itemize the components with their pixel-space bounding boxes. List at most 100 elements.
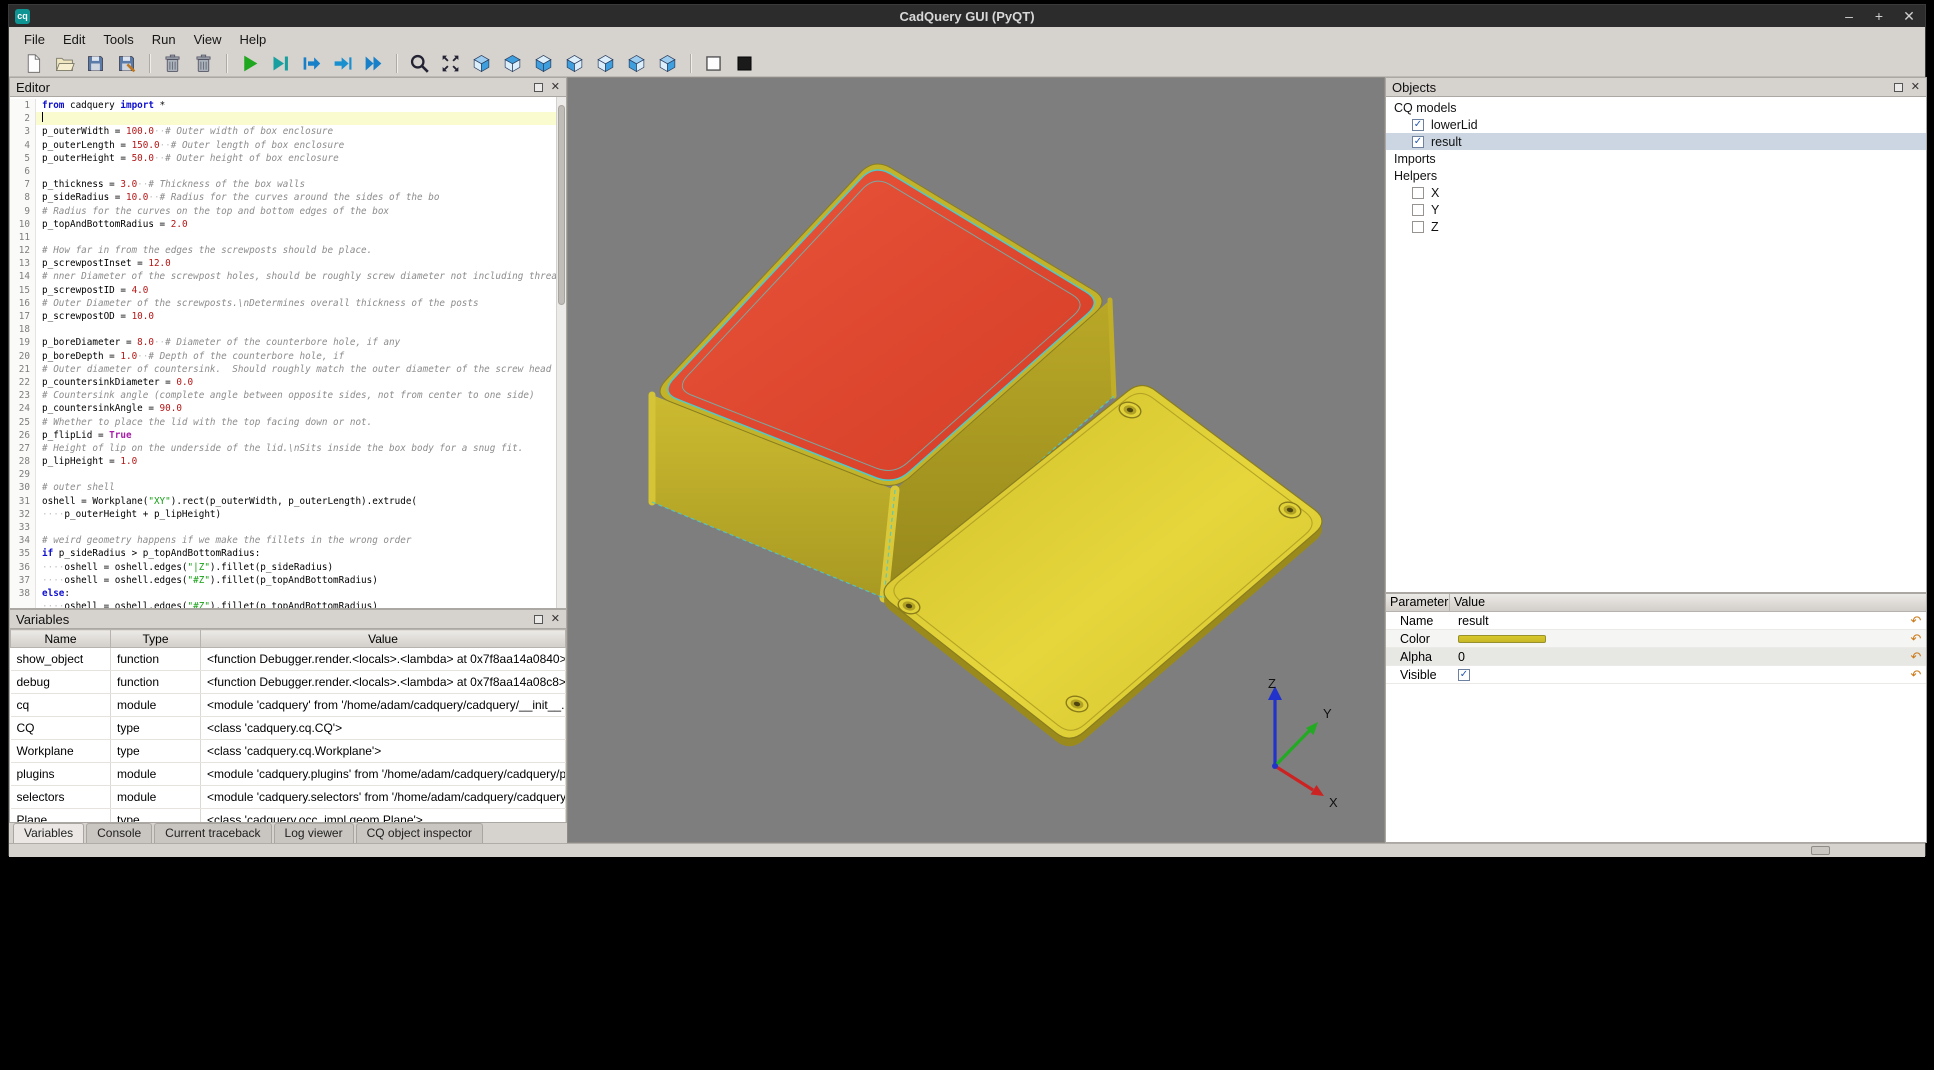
code-line[interactable]: 38else:: [10, 587, 556, 600]
float-panel-icon[interactable]: [534, 615, 543, 624]
save-as-icon[interactable]: [114, 52, 139, 76]
bottom-view-icon[interactable]: [531, 52, 556, 76]
tree-item-z[interactable]: ✓Z: [1386, 218, 1926, 235]
tab-variables[interactable]: Variables: [13, 823, 84, 843]
table-row[interactable]: pluginsmodule<module 'cadquery.plugins' …: [11, 763, 566, 786]
code-editor[interactable]: 1from cadquery import *23p_outerWidth = …: [9, 97, 567, 609]
parameter-value[interactable]: ✓: [1450, 669, 1906, 681]
code-line[interactable]: 19p_boreDiameter = 8.0··# Diameter of th…: [10, 336, 556, 349]
code-line[interactable]: 32····p_outerHeight + p_lipHeight): [10, 508, 556, 521]
code-line[interactable]: 31oshell = Workplane("XY").rect(p_outerW…: [10, 495, 556, 508]
checkbox[interactable]: ✓: [1458, 669, 1470, 681]
reset-value-icon[interactable]: ↶: [1906, 667, 1926, 683]
code-line[interactable]: 4p_outerLength = 150.0··# Outer length o…: [10, 139, 556, 152]
color-swatch[interactable]: [1458, 635, 1546, 643]
code-line[interactable]: 36····oshell = oshell.edges("|Z").fillet…: [10, 561, 556, 574]
step-icon[interactable]: [299, 52, 324, 76]
table-row[interactable]: cqmodule<module 'cadquery' from '/home/a…: [11, 694, 566, 717]
table-row[interactable]: show_objectfunction<function Debugger.re…: [11, 648, 566, 671]
open-folder-icon[interactable]: [52, 52, 77, 76]
code-line[interactable]: 13p_screwpostInset = 12.0: [10, 257, 556, 270]
code-line[interactable]: 37····oshell = oshell.edges("#Z").fillet…: [10, 574, 556, 587]
code-line[interactable]: 25# Whether to place the lid with the to…: [10, 416, 556, 429]
tree-item-helpers[interactable]: Helpers: [1386, 167, 1926, 184]
code-line[interactable]: 27# Height of lip on the underside of th…: [10, 442, 556, 455]
checkbox[interactable]: ✓: [1412, 221, 1424, 233]
code-line[interactable]: 21# Outer diameter of countersink. Shoul…: [10, 363, 556, 376]
code-line[interactable]: 24p_countersinkAngle = 90.0: [10, 402, 556, 415]
tree-item-y[interactable]: ✓Y: [1386, 201, 1926, 218]
code-line[interactable]: 15p_screwpostID = 4.0: [10, 284, 556, 297]
zoom-icon[interactable]: [407, 52, 432, 76]
reset-value-icon[interactable]: ↶: [1906, 649, 1926, 665]
parameter-value[interactable]: 0: [1450, 650, 1906, 664]
code-line[interactable]: 20p_boreDepth = 1.0··# Depth of the coun…: [10, 350, 556, 363]
code-line[interactable]: 22p_countersinkDiameter = 0.0: [10, 376, 556, 389]
3d-viewport[interactable]: Z Y X: [567, 77, 1385, 843]
code-line[interactable]: 35if p_sideRadius > p_topAndBottomRadius…: [10, 547, 556, 560]
menu-view[interactable]: View: [185, 29, 231, 50]
menu-tools[interactable]: Tools: [94, 29, 142, 50]
tab-console[interactable]: Console: [86, 823, 152, 843]
table-row[interactable]: Workplanetype<class 'cadquery.cq.Workpla…: [11, 740, 566, 763]
code-line[interactable]: 26p_flipLid = True: [10, 429, 556, 442]
close-panel-icon[interactable]: ✕: [551, 615, 560, 624]
variables-col-name[interactable]: Name: [11, 630, 111, 648]
menu-run[interactable]: Run: [143, 29, 185, 50]
fit-view-icon[interactable]: [438, 52, 463, 76]
tree-item-lowerlid[interactable]: ✓lowerLid: [1386, 116, 1926, 133]
code-line[interactable]: 3p_outerWidth = 100.0··# Outer width of …: [10, 125, 556, 138]
iso-view-icon[interactable]: [469, 52, 494, 76]
menu-help[interactable]: Help: [231, 29, 276, 50]
checkbox[interactable]: ✓: [1412, 204, 1424, 216]
tree-item-imports[interactable]: Imports: [1386, 150, 1926, 167]
variables-col-type[interactable]: Type: [111, 630, 201, 648]
code-line[interactable]: 16# Outer Diameter of the screwposts.\nD…: [10, 297, 556, 310]
float-panel-icon[interactable]: [1894, 83, 1903, 92]
reset-value-icon[interactable]: ↶: [1906, 631, 1926, 647]
close-panel-icon[interactable]: ✕: [1911, 83, 1920, 92]
reset-value-icon[interactable]: ↶: [1906, 613, 1926, 629]
code-line[interactable]: 23# Countersink angle (complete angle be…: [10, 389, 556, 402]
code-line[interactable]: 17p_screwpostOD = 10.0: [10, 310, 556, 323]
code-area[interactable]: 1from cadquery import *23p_outerWidth = …: [10, 97, 556, 608]
table-row[interactable]: selectorsmodule<module 'cadquery.selecto…: [11, 786, 566, 809]
table-row[interactable]: Planetype<class 'cadquery.occ_impl.geom.…: [11, 809, 566, 824]
code-line[interactable]: ····oshell = oshell.edges("#Z").fillet(p…: [10, 600, 556, 608]
left-view-icon[interactable]: [624, 52, 649, 76]
code-line[interactable]: 9# Radius for the curves on the top and …: [10, 205, 556, 218]
code-line[interactable]: 34# weird geometry happens if we make th…: [10, 534, 556, 547]
wireframe-icon[interactable]: [701, 52, 726, 76]
run-icon[interactable]: [237, 52, 262, 76]
step-into-icon[interactable]: [330, 52, 355, 76]
tree-item-cq-models[interactable]: CQ models: [1386, 99, 1926, 116]
right-view-icon[interactable]: [655, 52, 680, 76]
tree-item-x[interactable]: ✓X: [1386, 184, 1926, 201]
code-line[interactable]: 1from cadquery import *: [10, 99, 556, 112]
code-line[interactable]: 33: [10, 521, 556, 534]
menu-edit[interactable]: Edit: [54, 29, 94, 50]
top-view-icon[interactable]: [500, 52, 525, 76]
front-view-icon[interactable]: [562, 52, 587, 76]
parameter-value[interactable]: [1450, 635, 1906, 643]
variables-col-value[interactable]: Value: [201, 630, 566, 648]
code-line[interactable]: 2: [10, 112, 556, 125]
float-panel-icon[interactable]: [534, 83, 543, 92]
maximize-button[interactable]: +: [1871, 8, 1887, 24]
table-row[interactable]: CQtype<class 'cadquery.cq.CQ'>: [11, 717, 566, 740]
parameter-value[interactable]: result: [1450, 614, 1906, 628]
continue-icon[interactable]: [361, 52, 386, 76]
minimize-button[interactable]: –: [1841, 8, 1857, 24]
code-line[interactable]: 29: [10, 468, 556, 481]
code-line[interactable]: 18: [10, 323, 556, 336]
editor-scrollbar[interactable]: [556, 97, 566, 608]
checkbox[interactable]: ✓: [1412, 136, 1424, 148]
code-line[interactable]: 7p_thickness = 3.0··# Thickness of the b…: [10, 178, 556, 191]
code-line[interactable]: 14# nner Diameter of the screwpost holes…: [10, 270, 556, 283]
shaded-icon[interactable]: [732, 52, 757, 76]
checkbox[interactable]: ✓: [1412, 119, 1424, 131]
clear-icon[interactable]: [191, 52, 216, 76]
code-line[interactable]: 5p_outerHeight = 50.0··# Outer height of…: [10, 152, 556, 165]
tab-cq-object-inspector[interactable]: CQ object inspector: [356, 823, 483, 843]
save-icon[interactable]: [83, 52, 108, 76]
